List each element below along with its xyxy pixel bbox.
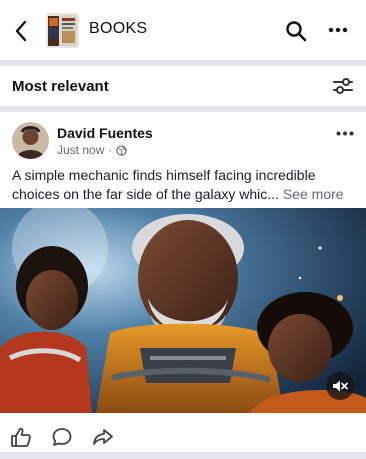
mute-button[interactable] [326,372,354,400]
search-button[interactable] [284,19,308,43]
see-more-link[interactable]: See more [283,186,344,202]
section-divider [0,452,366,459]
top-bar: BOOKS [0,0,366,60]
globe-icon [116,144,128,156]
share-button[interactable] [91,425,115,449]
post-actions [0,419,366,455]
post-text: A simple mechanic finds himself facing i… [12,167,316,202]
comment-button[interactable] [50,425,74,449]
post-video[interactable] [0,208,366,413]
sliders-icon [333,78,353,94]
chevron-left-icon [15,20,27,42]
search-icon [286,21,307,42]
like-icon [11,427,31,447]
mute-icon [333,380,348,392]
post-time[interactable]: Just now [57,143,104,157]
meta-separator: · [108,143,113,157]
more-horizontal-icon [328,27,348,33]
filter-button[interactable] [330,75,356,97]
post-meta: Just now · [57,143,128,157]
group-feed-screen: BOOKS Most relevant David Fuentes Just n… [0,0,366,459]
like-button[interactable] [9,425,33,449]
author-name[interactable]: David Fuentes [57,125,153,141]
feed-post: David Fuentes Just now · A simple mechan… [0,112,366,459]
back-button[interactable] [8,18,34,44]
share-icon [93,429,113,445]
video-frame [0,208,366,413]
group-title[interactable]: BOOKS [89,20,147,38]
post-options-button[interactable] [334,126,356,140]
comment-icon [52,428,72,446]
more-horizontal-icon [336,131,354,135]
more-options-button[interactable] [326,20,350,40]
sort-label[interactable]: Most relevant [12,78,109,95]
sort-bar: Most relevant [0,66,366,106]
group-cover-thumbnail[interactable] [46,13,79,48]
avatar[interactable] [12,122,49,159]
post-body: A simple mechanic finds himself facing i… [12,166,360,204]
